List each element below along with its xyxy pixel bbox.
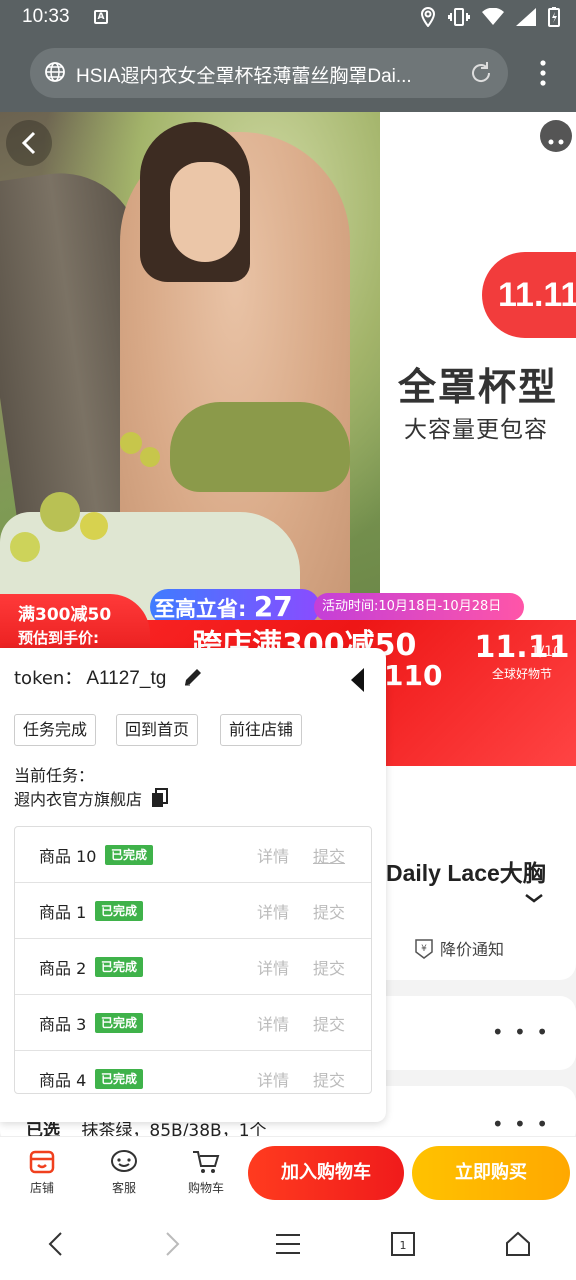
reload-icon[interactable] [468,60,494,86]
task-item: 商品 2 已完成 详情 提交 [15,939,371,995]
collapse-panel-icon[interactable] [348,666,368,694]
badge-line1: 满300减50 [18,605,112,625]
task-complete-button[interactable]: 任务完成 [14,714,97,746]
add-to-cart-button[interactable]: 加入购物车 [248,1146,404,1200]
browser-toolbar: HSIA遐内衣女全罩杯轻薄蕾丝胸罩Dai... [0,36,576,112]
item-name: 商品 10 [39,847,97,866]
current-shop: 遐内衣官方旗舰店 [14,786,170,810]
cart-label: 购物车 [187,1181,224,1195]
detail-link[interactable]: 详情 [257,1067,289,1091]
product-photo [0,112,380,632]
nav-tabs-icon[interactable]: 1 [390,1230,416,1258]
promo-title: 全罩杯型 [398,365,559,409]
task-item-list[interactable]: 商品 10 已完成 详情 提交 商品 1 已完成 详情 提交 商品 2 已完成 … [14,826,372,1094]
more-dots-icon: • • • [491,1020,550,1044]
edit-icon[interactable] [182,666,204,688]
svg-text:¥: ¥ [421,944,427,954]
nav-back-icon[interactable] [44,1230,68,1258]
price-tag-icon: ¥ [415,939,433,959]
status-time: 10:33 [22,6,70,27]
status-bar: 10:33 A [0,0,576,36]
task-item: 商品 10 已完成 详情 提交 [15,827,371,883]
price-notify-label: 降价通知 [440,940,505,959]
shop-button[interactable]: 店铺 [12,1145,72,1196]
buy-now-button[interactable]: 立即购买 [412,1146,570,1200]
discount-value: 27 [253,590,293,623]
status-badge: 已完成 [105,845,154,865]
svg-text:1: 1 [400,1239,407,1252]
task-item: 商品 1 已完成 详情 提交 [15,883,371,939]
nav-menu-icon[interactable] [274,1230,302,1258]
copy-icon[interactable] [150,788,170,808]
globe-icon [45,62,65,82]
product-gallery[interactable]: 11.11 全罩杯型 大容量更包容 [0,112,576,632]
system-nav-bar: 1 [0,1210,576,1280]
task-item: 商品 3 已完成 详情 提交 [15,995,371,1051]
submit-link[interactable]: 提交 [313,899,345,923]
status-badge: 已完成 [95,1069,144,1089]
bottom-action-bar: 店铺 客服 购物车 加入购物车 立即购买 [0,1136,576,1210]
browser-menu-icon[interactable] [540,60,546,86]
submit-link[interactable]: 提交 [313,955,345,979]
back-home-button[interactable]: 回到首页 [116,714,199,746]
shop-label: 店铺 [29,1181,54,1195]
nav-home-icon[interactable] [504,1230,532,1258]
detail-link[interactable]: 详情 [257,899,289,923]
chevron-down-icon[interactable] [524,892,544,904]
go-to-shop-button[interactable]: 前往店铺 [220,714,303,746]
token-value: A1127_tg [86,668,167,689]
detail-link[interactable]: 详情 [257,843,289,867]
task-panel: token： A1127_tg 任务完成 回到首页 前往店铺 当前任务： 遐内衣官… [0,648,386,1122]
discount-prefix: 至高立省: [154,597,247,621]
double11-logo: 11.11 [482,252,576,338]
page-title: HSIA遐内衣女全罩杯轻薄蕾丝胸罩Dai... [76,66,412,87]
vibrate-icon [448,8,470,26]
item-name: 商品 1 [39,903,87,922]
token-row: token： A1127_tg [14,664,166,690]
item-name: 商品 3 [39,1015,87,1034]
chevron-left-icon [21,131,36,155]
submit-link[interactable]: 提交 [313,843,345,867]
gallery-page-indicator: 1/10 [530,644,562,660]
activity-time: 活动时间:10月18日-10月28日 [314,593,524,621]
more-button[interactable] [540,120,572,152]
shop-icon [29,1150,55,1174]
more-dots-icon [548,139,564,145]
service-button[interactable]: 客服 [94,1145,154,1196]
badge-line2: 预估到手价: [18,629,99,647]
nav-forward-icon[interactable] [160,1230,184,1258]
task-item: 商品 4 已完成 详情 提交 [15,1051,371,1093]
detail-link[interactable]: 详情 [257,955,289,979]
submit-link[interactable]: 提交 [313,1067,345,1091]
back-button[interactable] [6,120,52,166]
more-dots-icon: • • • [491,1112,550,1136]
status-badge: 已完成 [95,957,144,977]
product-title: Daily Lace大胸 [386,860,546,886]
location-icon [420,7,436,27]
customer-service-icon [111,1150,137,1172]
submit-link[interactable]: 提交 [313,1011,345,1035]
signal-icon [516,8,536,26]
token-label: token： [14,668,83,689]
promo-subtitle: 大容量更包容 [404,417,548,443]
status-icons [420,7,560,27]
item-name: 商品 2 [39,959,87,978]
notification-badge: A [94,10,108,24]
cart-nav-button[interactable]: 购物车 [176,1145,236,1196]
status-badge: 已完成 [95,901,144,921]
wifi-icon [482,8,504,25]
status-badge: 已完成 [95,1013,144,1033]
cart-icon [193,1151,220,1173]
price-notify-button[interactable]: ¥ 降价通知 [414,936,504,960]
current-shop-name: 遐内衣官方旗舰店 [14,790,143,809]
battery-icon [548,7,560,27]
service-label: 客服 [111,1181,136,1195]
address-bar[interactable]: HSIA遐内衣女全罩杯轻薄蕾丝胸罩Dai... [30,48,508,98]
detail-link[interactable]: 详情 [257,1011,289,1035]
current-task-label: 当前任务： [14,766,95,785]
item-name: 商品 4 [39,1071,87,1090]
banner-logo-sub: 全球好物节 [491,667,552,681]
